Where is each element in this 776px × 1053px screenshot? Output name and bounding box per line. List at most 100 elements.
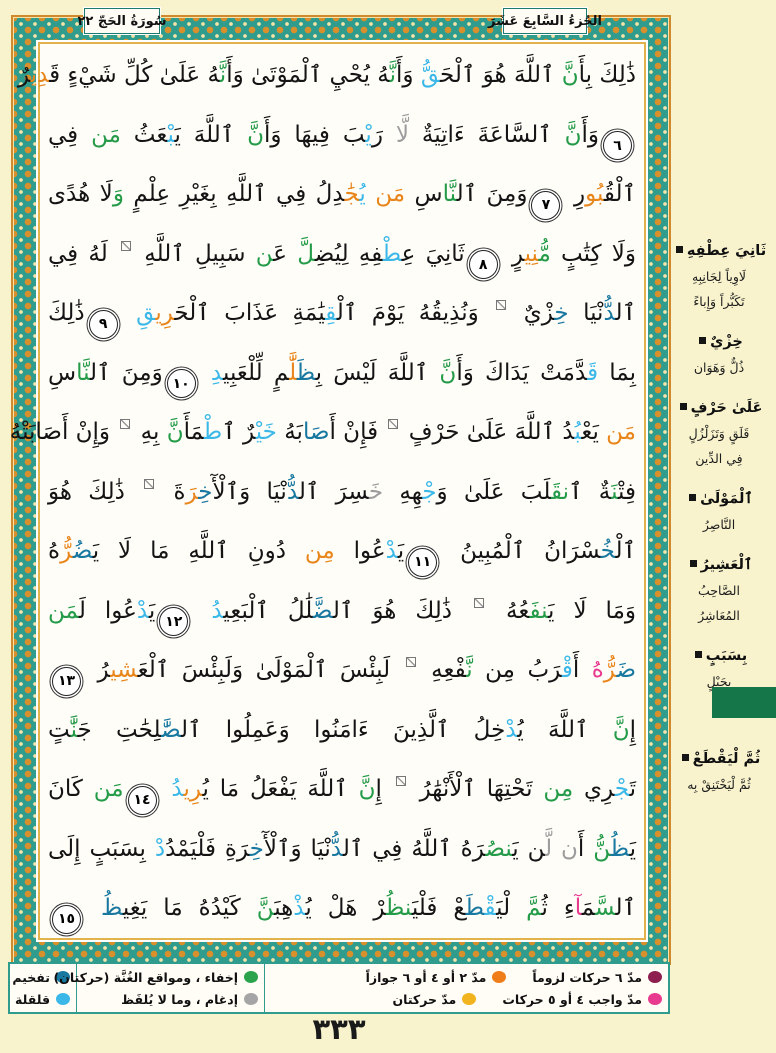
text-segment: دْ xyxy=(137,598,149,624)
legend-row: مدّ ٦ حركات لزوماًمدّ ٢ أو ٤ أو ٦ جوازاً xyxy=(271,970,662,985)
text-segment: قَ xyxy=(587,360,598,386)
text-segment: طْ xyxy=(383,241,402,267)
text-segment: ٱللَّهَ يُ xyxy=(517,717,612,743)
text-segment: ظُ xyxy=(611,836,630,862)
text-segment: ظَ xyxy=(297,360,316,386)
margin-note-marker xyxy=(496,300,506,310)
text-segment: وَمِنَ ٱل xyxy=(457,181,528,207)
text-segment: صَّٰ xyxy=(161,717,181,743)
text-segment: نَّٰ xyxy=(71,717,78,743)
text-segment: دُونِ ٱللَّهِ مَا لَا يَ xyxy=(93,538,305,564)
margin-note: ٱلْعَشِيرُالصَّاحِبُالمُعَاشِرُ xyxy=(666,552,772,628)
text-panel: ذَٰلِكَ بِأَنَّ ٱللَّهَ هُوَ ٱلْحَقُّ وَ… xyxy=(38,42,646,940)
text-segment: فِي xyxy=(48,122,91,148)
legend-color-dot xyxy=(56,993,70,1005)
legend-item: إخفاء ، ومواقع الغُنَّة (حركتان) xyxy=(53,970,258,985)
text-segment: تَحْتِهَا ٱلْأَنْهَٰرُ xyxy=(409,776,544,802)
surah-title: سُورَةُ الحَجّ ٢٢ xyxy=(77,14,166,29)
text-segment: دُ xyxy=(211,598,223,624)
text-segment xyxy=(366,181,375,207)
text-segment: صَا xyxy=(303,419,330,445)
mushaf-page: سُورَةُ الحَجّ ٢٢ الجُزءُ السَّابِعَ عَش… xyxy=(0,0,776,1053)
text-segment: يَٰمَةِ عَذَابَ ٱلْحَ xyxy=(174,300,325,326)
legend-item: إدغام ، وما لا يُلفَظ xyxy=(121,992,258,1007)
text-segment: نْيَا xyxy=(569,300,604,326)
ayah-number-medallion: ١١ xyxy=(408,548,437,577)
text-segment: نفَ xyxy=(529,598,548,624)
text-segment: لَهُ فِي xyxy=(48,241,118,267)
note-bullet-icon xyxy=(682,754,689,761)
text-segment xyxy=(122,300,137,326)
text-segment: رِي xyxy=(183,776,202,802)
margin-note: عَلَىٰ حَرْفٍقَلَقٍ وَتَزَلْزُلٍفِي الدِ… xyxy=(666,395,772,471)
text-segment xyxy=(192,598,211,624)
legend-item: مدّ ٢ أو ٤ أو ٦ جوازاً xyxy=(366,970,507,985)
text-segment: دْ xyxy=(505,717,517,743)
text-segment: عَثُ xyxy=(121,122,168,148)
text-segment: رُ xyxy=(85,657,110,683)
text-segment: دْ xyxy=(386,538,398,564)
text-segment: مَن xyxy=(375,181,405,207)
text-segment: لَّا xyxy=(396,122,409,148)
text-segment: ذَٰلِكَ بِأَ xyxy=(579,62,636,88)
legend-label: إخفاء ، ومواقع الغُنَّة (حركتان) xyxy=(53,970,238,985)
text-segment: ظُ xyxy=(101,895,123,921)
ayah-number-medallion: ٧ xyxy=(531,191,560,220)
text-segment: مَأَ xyxy=(184,419,204,445)
text-segment: وَمِنَ ٱل xyxy=(90,360,163,386)
text-segment: رِ xyxy=(564,181,585,207)
text-segment: قْ xyxy=(562,657,573,683)
text-segment: فْعِهِ xyxy=(419,657,467,683)
text-segment: شِي xyxy=(110,657,137,683)
text-segment: ءِ ثُ xyxy=(541,895,574,921)
text-segment: نَّ xyxy=(247,122,264,148)
text-segment: رٍ xyxy=(502,241,525,267)
legend-cells: تفخيمقلقلةإخفاء ، ومواقع الغُنَّة (حركتا… xyxy=(10,964,668,1012)
text-segment: هُ xyxy=(592,657,604,683)
text-segment: سِ xyxy=(48,360,76,386)
text-segment: مٍ لِّلْعَبِي xyxy=(223,360,289,386)
quran-line: بِمَا قَدَّمَتْ يَدَاكَ وَأَنَّ ٱللَّهَ … xyxy=(48,344,636,404)
text-segment: وَأَ xyxy=(396,62,421,88)
margin-note-marker xyxy=(120,419,130,429)
tajweed-legend: تفخيمقلقلةإخفاء ، ومواقع الغُنَّة (حركتا… xyxy=(8,962,670,1014)
text-segment: تٍ xyxy=(48,717,71,743)
text-segment: مَ xyxy=(582,895,595,921)
legend-label: مدّ ٢ أو ٤ أو ٦ جوازاً xyxy=(366,970,487,985)
margin-note-definition: قَلَقٍ وَتَزَلْزُلٍ xyxy=(666,421,772,446)
text-segment: دَّمَتْ يَدَاكَ وَأَ xyxy=(456,360,587,386)
text-segment: خَ xyxy=(369,479,383,505)
legend-label: إدغام ، وما لا يُلفَظ xyxy=(121,992,238,1007)
text-segment: زْيٌ xyxy=(509,300,554,326)
legend-row: إخفاء ، ومواقع الغُنَّة (حركتان) xyxy=(83,970,258,985)
text-segment: نظُ xyxy=(386,895,412,921)
text-segment xyxy=(85,895,101,921)
text-segment: طْ xyxy=(204,419,222,445)
text-segment: رَةِ فَلْيَمْدُ xyxy=(165,836,250,862)
text-segment: ٱللَّهَ هُوَ ٱلْحَ xyxy=(440,62,562,88)
text-segment: هِبَ xyxy=(274,895,293,921)
quran-line: ٱلْقُبُورِ ٧وَمِنَ ٱلنَّاسِ مَن يُجَٰدِل… xyxy=(48,165,636,225)
text-segment xyxy=(200,360,211,386)
text-segment: خِ xyxy=(250,836,264,862)
quran-text-block: ذَٰلِكَ بِأَنَّ ٱللَّهَ هُوَ ٱلْحَقُّ وَ… xyxy=(48,46,636,939)
text-segment: ثَانِيَ عِ xyxy=(402,241,465,267)
text-segment: بِمَا xyxy=(598,360,636,386)
text-segment: دُ ٱللَّهَ عَلَىٰ حَرْفٍ xyxy=(401,419,574,445)
ayah-number-medallion: ١٥ xyxy=(52,905,81,934)
text-segment: سَّ xyxy=(595,895,616,921)
text-segment: فِهِ لِيُضِ xyxy=(315,241,383,267)
text-segment: وَنُذِيقُهُ يَوْمَ ٱلْ xyxy=(337,300,493,326)
text-segment: وَ xyxy=(113,181,124,207)
text-segment: رَهُ ٱللَّهُ فِي ٱل xyxy=(343,836,486,862)
legend-row: قلقلة xyxy=(16,992,70,1007)
text-segment: نَّ xyxy=(257,895,275,921)
text-segment: ن xyxy=(561,836,578,862)
text-segment: لَا هُدًى xyxy=(48,181,113,207)
text-segment: وَلَا كِتَٰبٍ xyxy=(551,241,636,267)
text-segment: آ xyxy=(575,895,582,921)
text-segment: سَبِيلِ ٱللَّهِ xyxy=(134,241,256,267)
text-segment: هُ xyxy=(48,538,60,564)
text-segment: دِ xyxy=(211,360,223,386)
text-segment: سْرَانُ ٱلْمُبِينُ xyxy=(441,538,601,564)
